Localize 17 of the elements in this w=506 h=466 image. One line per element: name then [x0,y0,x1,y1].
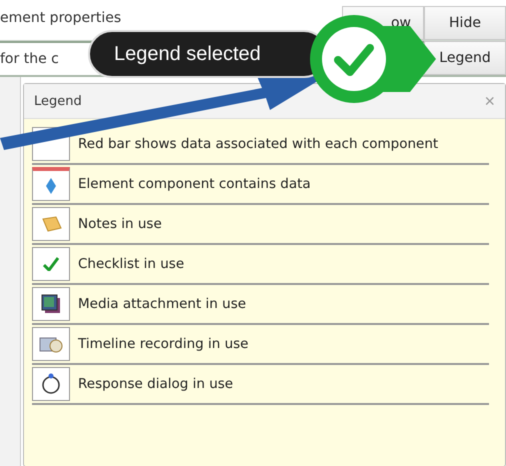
legend-label: Element component contains data [78,176,311,192]
response-icon [41,373,61,395]
hide-button[interactable]: Hide [424,6,506,40]
legend-label: Response dialog in use [78,376,234,392]
media-icon [41,294,61,314]
note-icon [40,216,62,232]
panel-title: ement properties [0,9,122,28]
legend-label: Checklist in use [78,256,184,272]
legend-title: Legend [34,94,82,108]
legend-label: Notes in use [78,216,162,232]
callout-text: Legend selected [114,42,261,66]
check-icon [43,257,59,271]
legend-button[interactable]: Legend [424,41,506,75]
legend-label: Media attachment in use [78,296,246,312]
legend-label: Timeline recording in use [78,336,248,352]
diamond-icon [46,178,56,194]
legend-label: Red bar shows data associated with each component [78,136,438,152]
